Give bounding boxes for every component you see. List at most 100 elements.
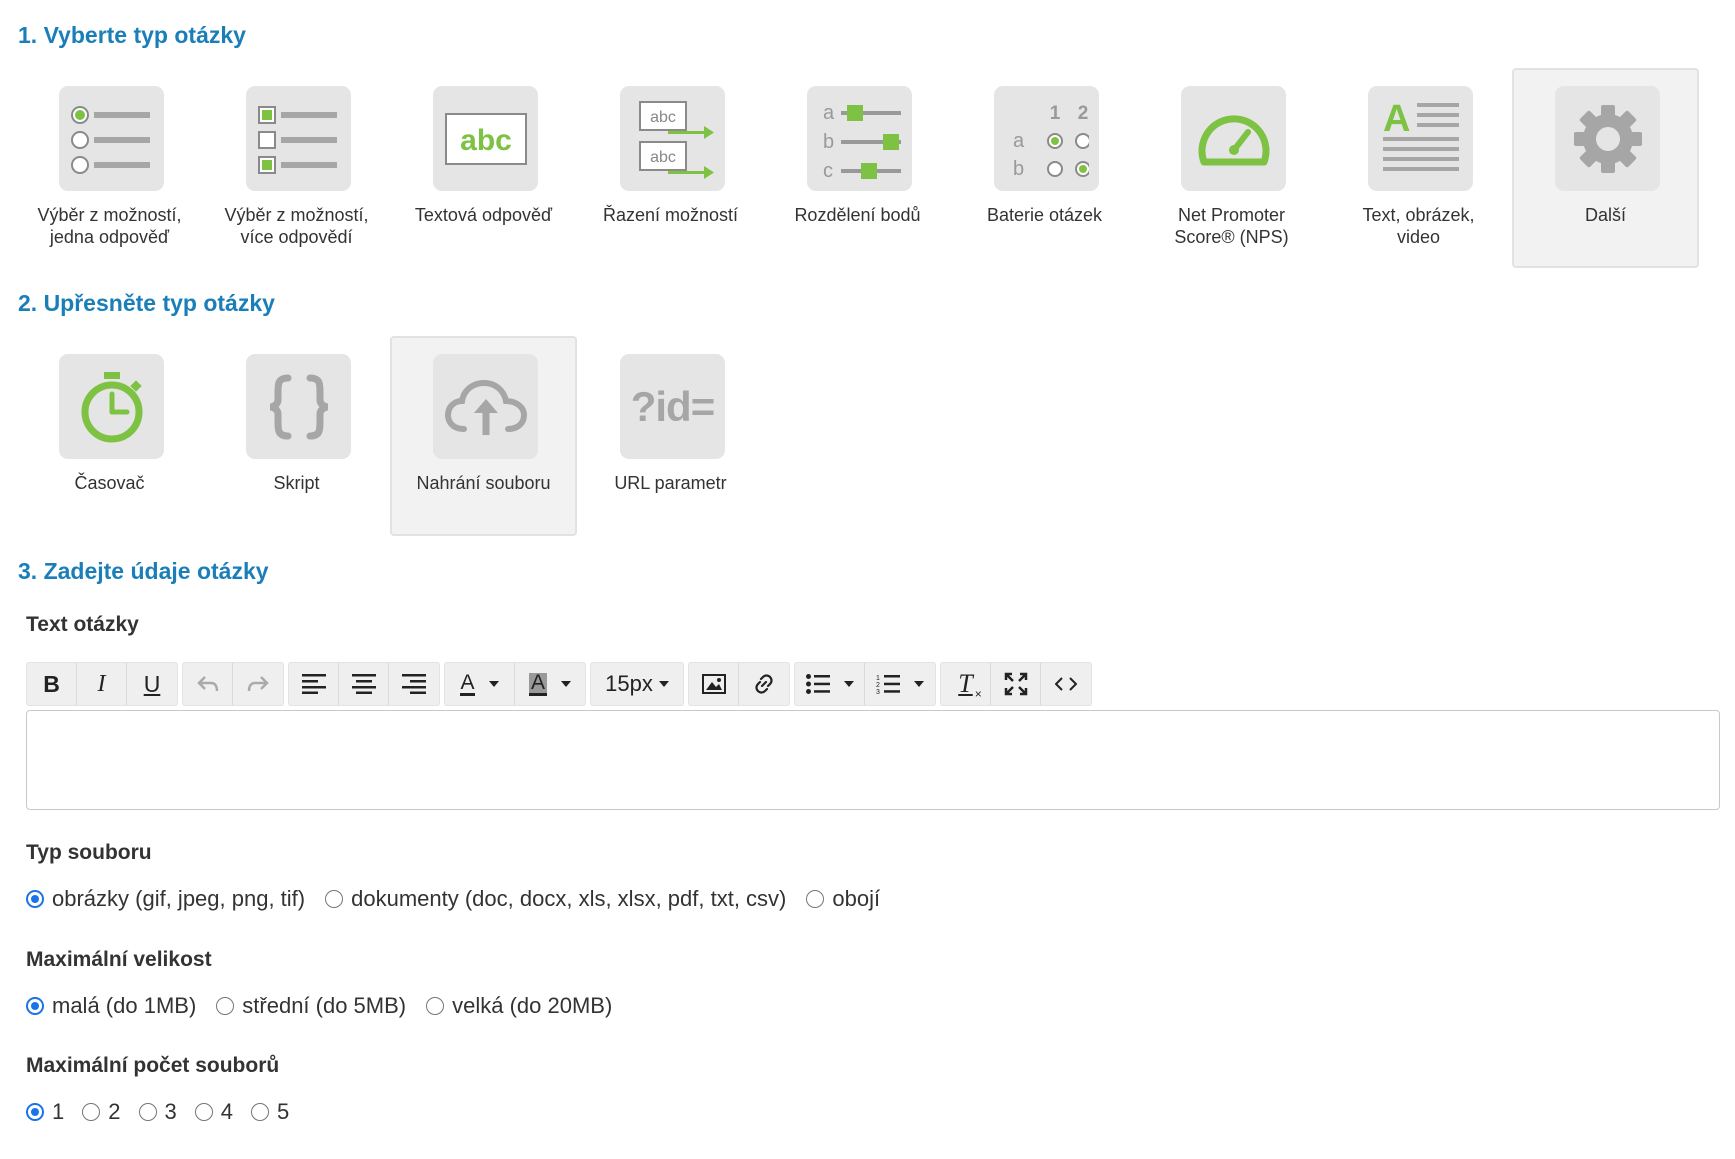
svg-text:2: 2 bbox=[1077, 103, 1088, 124]
clear-formatting-button[interactable]: T × bbox=[941, 663, 991, 705]
max-size-options: malá (do 1MB) střední (do 5MB) velká (do… bbox=[26, 993, 632, 1019]
redo-icon bbox=[247, 676, 269, 692]
subtype-timer[interactable]: Časovač bbox=[16, 336, 203, 536]
radio-button[interactable] bbox=[26, 1103, 44, 1121]
type-text-image-video[interactable]: A Text, obrázek, video bbox=[1325, 68, 1512, 268]
svg-text:b: b bbox=[1013, 158, 1024, 180]
cloud-upload-icon bbox=[433, 354, 538, 459]
type-ranking[interactable]: abc abc Řazení možností bbox=[577, 68, 764, 268]
undo-button[interactable] bbox=[183, 663, 233, 705]
max-count-options: 1 2 3 4 5 bbox=[26, 1099, 307, 1125]
sub-type-row: Časovač Skript Nahrání souboru ?id= URL … bbox=[16, 336, 764, 536]
single-choice-icon bbox=[59, 86, 164, 191]
text-image-video-icon: A bbox=[1368, 86, 1473, 191]
max-count-option-2[interactable]: 2 bbox=[82, 1099, 121, 1125]
radio-button[interactable] bbox=[806, 890, 825, 908]
radio-button[interactable] bbox=[26, 890, 44, 908]
type-text-answer[interactable]: abc Textová odpověď bbox=[390, 68, 577, 268]
text-color-button[interactable]: A bbox=[445, 663, 515, 705]
file-type-option-documents[interactable]: dokumenty (doc, docx, xls, xlsx, pdf, tx… bbox=[325, 886, 786, 912]
type-label: Další bbox=[1584, 205, 1626, 225]
italic-button[interactable]: I bbox=[77, 663, 127, 705]
type-multiple-choice[interactable]: Výběr z možností, více odpovědí bbox=[203, 68, 390, 268]
file-type-option-images[interactable]: obrázky (gif, jpeg, png, tif) bbox=[26, 886, 305, 912]
align-center-button[interactable] bbox=[339, 663, 389, 705]
insert-link-button[interactable] bbox=[739, 663, 789, 705]
max-size-label: Maximální velikost bbox=[26, 948, 212, 971]
svg-text:3: 3 bbox=[876, 689, 880, 695]
subtype-url-parameter[interactable]: ?id= URL parametr bbox=[577, 336, 764, 536]
radio-button[interactable] bbox=[138, 1103, 157, 1121]
svg-text:2: 2 bbox=[876, 682, 880, 689]
step1-title: 1. Vyberte typ otázky bbox=[18, 22, 246, 48]
file-type-label: Typ souboru bbox=[26, 841, 152, 864]
type-label: Výběr z možností, více odpovědí bbox=[224, 205, 369, 247]
background-color-icon: A bbox=[528, 670, 547, 696]
numbered-list-icon: 123 bbox=[876, 675, 900, 695]
type-more[interactable]: Další bbox=[1512, 68, 1699, 268]
max-count-option-4[interactable]: 4 bbox=[194, 1099, 233, 1125]
max-size-option-small[interactable]: malá (do 1MB) bbox=[26, 993, 196, 1019]
type-label: Výběr z možností, jedna odpověď bbox=[37, 205, 182, 247]
undo-icon bbox=[196, 676, 218, 692]
type-label: Časovač bbox=[74, 473, 145, 493]
font-size-dropdown[interactable]: 15px bbox=[591, 663, 683, 705]
code-icon bbox=[1055, 677, 1077, 691]
fullscreen-icon bbox=[1004, 672, 1027, 696]
subtype-script[interactable]: Skript bbox=[203, 336, 390, 536]
redo-button[interactable] bbox=[233, 663, 283, 705]
type-label: Baterie otázek bbox=[986, 205, 1103, 225]
radio-button[interactable] bbox=[251, 1103, 269, 1121]
type-label: Text, obrázek, video bbox=[1362, 205, 1475, 247]
radio-button[interactable] bbox=[426, 997, 445, 1015]
file-type-option-both[interactable]: obojí bbox=[806, 886, 880, 912]
radio-button[interactable] bbox=[325, 890, 344, 908]
type-nps[interactable]: Net Promoter Score® (NPS) bbox=[1138, 68, 1325, 268]
max-count-option-3[interactable]: 3 bbox=[138, 1099, 177, 1125]
background-color-button[interactable]: A bbox=[515, 663, 585, 705]
subtype-file-upload[interactable]: Nahrání souboru bbox=[390, 336, 577, 536]
step2-title: 2. Upřesněte typ otázky bbox=[18, 290, 275, 316]
stopwatch-icon bbox=[59, 354, 164, 459]
svg-text:a: a bbox=[823, 102, 835, 124]
align-left-icon bbox=[301, 674, 326, 694]
link-icon bbox=[755, 674, 773, 694]
nps-gauge-icon bbox=[1181, 86, 1286, 191]
radio-button[interactable] bbox=[26, 997, 44, 1015]
svg-text:1: 1 bbox=[1049, 103, 1060, 124]
editor-toolbar: B I U A A 15px 1 2 3 T × bbox=[26, 662, 1092, 706]
multiple-choice-icon bbox=[246, 86, 351, 191]
radio-button[interactable] bbox=[216, 997, 235, 1015]
question-text-label: Text otázky bbox=[26, 613, 139, 636]
max-size-option-large[interactable]: velká (do 20MB) bbox=[426, 993, 612, 1019]
align-center-icon bbox=[351, 674, 376, 694]
numbered-list-button[interactable]: 123 bbox=[865, 663, 935, 705]
insert-image-button[interactable] bbox=[689, 663, 739, 705]
question-type-row: Výběr z možností, jedna odpověď Výběr z … bbox=[16, 68, 1699, 268]
question-text-editor[interactable] bbox=[26, 710, 1720, 810]
type-question-battery[interactable]: 1 2 a b Baterie otázek bbox=[951, 68, 1138, 268]
svg-text:c: c bbox=[823, 160, 833, 181]
text-color-icon: A bbox=[460, 670, 475, 696]
radio-button[interactable] bbox=[82, 1103, 101, 1121]
type-single-choice[interactable]: Výběr z možností, jedna odpověď bbox=[16, 68, 203, 268]
align-left-button[interactable] bbox=[289, 663, 339, 705]
step3-title: 3. Zadejte údaje otázky bbox=[18, 558, 269, 584]
type-label: Řazení možností bbox=[602, 205, 739, 225]
max-count-option-5[interactable]: 5 bbox=[251, 1099, 289, 1125]
align-right-button[interactable] bbox=[389, 663, 439, 705]
type-label: Skript bbox=[273, 473, 320, 493]
max-count-option-1[interactable]: 1 bbox=[26, 1099, 64, 1125]
bullet-list-button[interactable] bbox=[795, 663, 865, 705]
fullscreen-button[interactable] bbox=[991, 663, 1041, 705]
type-points-distribution[interactable]: a b c Rozdělení bodů bbox=[764, 68, 951, 268]
svg-text:abc: abc bbox=[650, 109, 676, 126]
image-icon bbox=[701, 674, 726, 694]
points-distribution-icon: a b c bbox=[807, 86, 912, 191]
max-size-option-medium[interactable]: střední (do 5MB) bbox=[216, 993, 406, 1019]
radio-button[interactable] bbox=[194, 1103, 213, 1121]
svg-text:1: 1 bbox=[876, 675, 880, 682]
bold-button[interactable]: B bbox=[27, 663, 77, 705]
underline-button[interactable]: U bbox=[127, 663, 177, 705]
source-code-button[interactable] bbox=[1041, 663, 1091, 705]
